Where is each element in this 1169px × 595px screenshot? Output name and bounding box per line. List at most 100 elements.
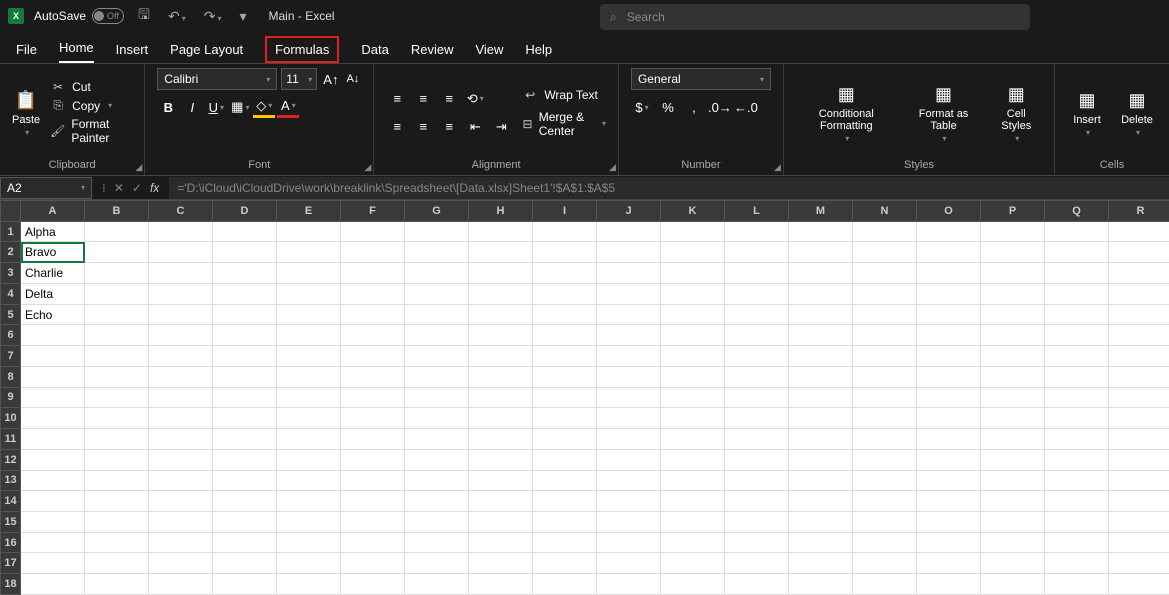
cell-C17[interactable] xyxy=(149,553,213,574)
toggle-switch[interactable]: Off xyxy=(92,8,124,24)
col-header-J[interactable]: J xyxy=(597,201,661,222)
cell-E14[interactable] xyxy=(277,491,341,512)
cell-C15[interactable] xyxy=(149,512,213,533)
cell-L1[interactable] xyxy=(725,221,789,242)
cell-P15[interactable] xyxy=(981,512,1045,533)
cell-O12[interactable] xyxy=(917,449,981,470)
cell-D13[interactable] xyxy=(213,470,277,491)
cell-C14[interactable] xyxy=(149,491,213,512)
align-top-button[interactable]: ≡ xyxy=(386,88,408,110)
cell-M11[interactable] xyxy=(789,429,853,450)
cell-L3[interactable] xyxy=(725,263,789,284)
cell-G12[interactable] xyxy=(405,449,469,470)
cell-G1[interactable] xyxy=(405,221,469,242)
increase-decimal-button[interactable]: .0→ xyxy=(709,96,731,118)
cell-B2[interactable] xyxy=(85,242,149,263)
cell-C6[interactable] xyxy=(149,325,213,346)
cell-I10[interactable] xyxy=(533,408,597,429)
cell-K1[interactable] xyxy=(661,221,725,242)
cell-I3[interactable] xyxy=(533,263,597,284)
col-header-G[interactable]: G xyxy=(405,201,469,222)
cell-P7[interactable] xyxy=(981,346,1045,367)
cell-J16[interactable] xyxy=(597,532,661,553)
cell-N9[interactable] xyxy=(853,387,917,408)
cell-G8[interactable] xyxy=(405,366,469,387)
cell-B12[interactable] xyxy=(85,449,149,470)
cell-P14[interactable] xyxy=(981,491,1045,512)
cell-K7[interactable] xyxy=(661,346,725,367)
cell-G18[interactable] xyxy=(405,574,469,595)
cell-Q3[interactable] xyxy=(1045,263,1109,284)
cell-F6[interactable] xyxy=(341,325,405,346)
cell-F1[interactable] xyxy=(341,221,405,242)
cell-K6[interactable] xyxy=(661,325,725,346)
cell-E18[interactable] xyxy=(277,574,341,595)
copy-button[interactable]: ⎘Copy▾ xyxy=(50,96,132,115)
row-header-17[interactable]: 17 xyxy=(1,553,21,574)
cell-B10[interactable] xyxy=(85,408,149,429)
cell-A2[interactable]: Bravo xyxy=(21,242,85,263)
cell-R2[interactable] xyxy=(1109,242,1169,263)
comma-button[interactable]: , xyxy=(683,96,705,118)
cell-O15[interactable] xyxy=(917,512,981,533)
tab-data[interactable]: Data xyxy=(361,36,388,63)
font-name-select[interactable]: Calibri▾ xyxy=(157,68,277,90)
cell-Q5[interactable] xyxy=(1045,304,1109,325)
cell-N12[interactable] xyxy=(853,449,917,470)
cell-N18[interactable] xyxy=(853,574,917,595)
cell-J5[interactable] xyxy=(597,304,661,325)
cell-P2[interactable] xyxy=(981,242,1045,263)
col-header-C[interactable]: C xyxy=(149,201,213,222)
cell-P17[interactable] xyxy=(981,553,1045,574)
cell-D4[interactable] xyxy=(213,283,277,304)
cell-E17[interactable] xyxy=(277,553,341,574)
cell-J18[interactable] xyxy=(597,574,661,595)
cell-F5[interactable] xyxy=(341,304,405,325)
tab-review[interactable]: Review xyxy=(411,36,454,63)
cell-P18[interactable] xyxy=(981,574,1045,595)
italic-button[interactable]: I xyxy=(181,96,203,118)
row-header-7[interactable]: 7 xyxy=(1,346,21,367)
cell-C13[interactable] xyxy=(149,470,213,491)
cell-H7[interactable] xyxy=(469,346,533,367)
fill-color-button[interactable]: ◇▾ xyxy=(253,96,275,118)
cell-F13[interactable] xyxy=(341,470,405,491)
col-header-F[interactable]: F xyxy=(341,201,405,222)
cell-K9[interactable] xyxy=(661,387,725,408)
cell-M12[interactable] xyxy=(789,449,853,470)
cell-N8[interactable] xyxy=(853,366,917,387)
tab-file[interactable]: File xyxy=(16,36,37,63)
col-header-D[interactable]: D xyxy=(213,201,277,222)
cell-G4[interactable] xyxy=(405,283,469,304)
row-header-11[interactable]: 11 xyxy=(1,429,21,450)
cell-A10[interactable] xyxy=(21,408,85,429)
orientation-button[interactable]: ⟲▾ xyxy=(464,88,486,110)
cell-B17[interactable] xyxy=(85,553,149,574)
cell-F7[interactable] xyxy=(341,346,405,367)
cell-Q16[interactable] xyxy=(1045,532,1109,553)
cell-I17[interactable] xyxy=(533,553,597,574)
cell-L12[interactable] xyxy=(725,449,789,470)
cell-E11[interactable] xyxy=(277,429,341,450)
cell-E16[interactable] xyxy=(277,532,341,553)
cell-D11[interactable] xyxy=(213,429,277,450)
font-launcher-icon[interactable]: ◢ xyxy=(364,162,371,173)
save-icon[interactable]: 🖫 xyxy=(134,4,154,28)
cell-H11[interactable] xyxy=(469,429,533,450)
cell-H14[interactable] xyxy=(469,491,533,512)
cancel-formula-icon[interactable]: ✕ xyxy=(114,181,124,195)
cell-M5[interactable] xyxy=(789,304,853,325)
row-header-9[interactable]: 9 xyxy=(1,387,21,408)
cell-Q12[interactable] xyxy=(1045,449,1109,470)
paste-button[interactable]: 📋 Paste ▾ xyxy=(12,88,40,137)
cell-R18[interactable] xyxy=(1109,574,1169,595)
cell-E12[interactable] xyxy=(277,449,341,470)
cell-D17[interactable] xyxy=(213,553,277,574)
cell-L10[interactable] xyxy=(725,408,789,429)
cell-Q17[interactable] xyxy=(1045,553,1109,574)
cell-O7[interactable] xyxy=(917,346,981,367)
cell-C18[interactable] xyxy=(149,574,213,595)
cell-F17[interactable] xyxy=(341,553,405,574)
cell-L4[interactable] xyxy=(725,283,789,304)
cell-L7[interactable] xyxy=(725,346,789,367)
